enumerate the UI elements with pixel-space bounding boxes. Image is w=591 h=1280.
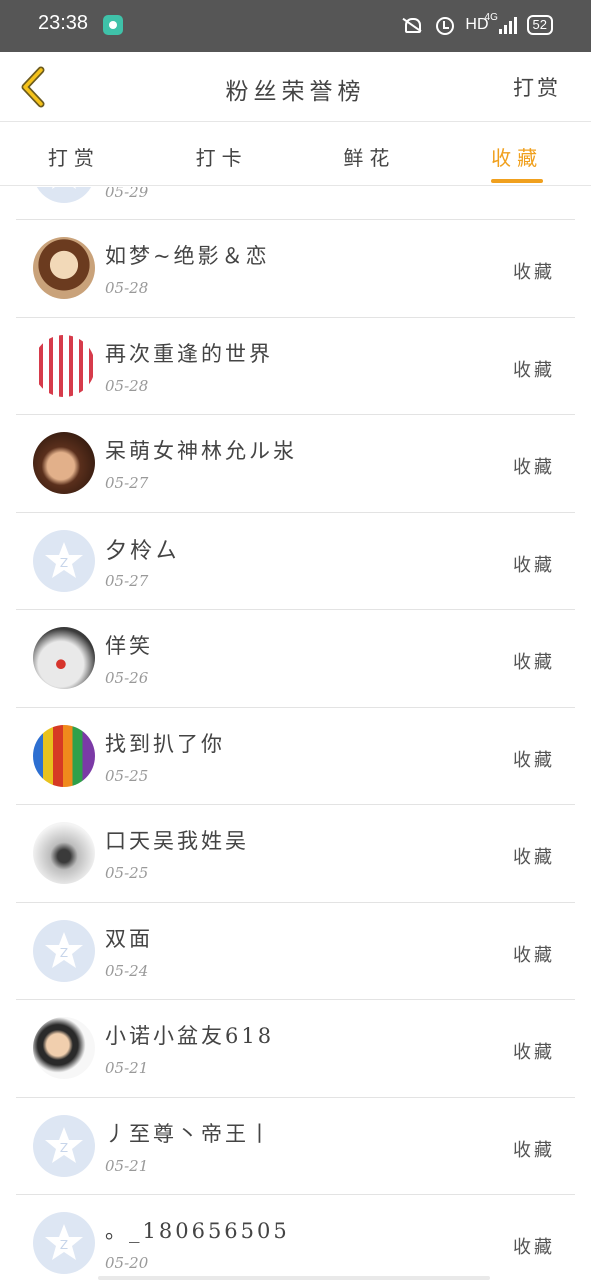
list-item-name: 。_180656505 <box>105 1219 290 1243</box>
user-avatar <box>33 627 95 689</box>
mute-bell-icon <box>401 15 423 35</box>
network-type-label: 4G <box>484 12 498 23</box>
gesture-bar <box>98 1276 490 1280</box>
user-avatar <box>33 237 95 299</box>
list-item[interactable]: 如梦~绝影＆恋 05-28 收藏 <box>16 220 575 318</box>
tab-favorites[interactable]: 收藏 <box>443 122 591 185</box>
header: 粉丝荣誉榜 打赏 <box>0 52 591 122</box>
user-avatar <box>33 432 95 494</box>
list-item[interactable]: 佯笑 05-26 收藏 <box>16 610 575 708</box>
list-item-date: 05-24 <box>105 961 149 980</box>
list-item-date: 05-27 <box>105 571 149 590</box>
list-item[interactable]: Z 双面 05-24 收藏 <box>16 903 575 1000</box>
star-avatar-icon: Z <box>45 541 83 578</box>
star-avatar-icon: Z <box>45 1126 83 1163</box>
svg-text:Z: Z <box>60 946 68 960</box>
svg-text:Z: Z <box>60 1141 68 1155</box>
list-item-name: 如梦~绝影＆恋 <box>105 244 270 268</box>
list-item-name: 小诺小盆友618 <box>105 1024 275 1048</box>
list-item[interactable]: Z 05-29 <box>16 187 575 220</box>
list-item-action: 收藏 <box>513 554 555 576</box>
tab-flowers[interactable]: 鲜花 <box>296 122 444 185</box>
list-item-action: 收藏 <box>513 1042 555 1063</box>
status-indicators: HD 4G 52 <box>401 12 553 38</box>
user-avatar <box>33 1017 95 1079</box>
list-item-date: 05-25 <box>105 766 149 785</box>
list-item-action: 收藏 <box>513 652 555 673</box>
list-item[interactable]: Z 夕柃ㄙ 05-27 收藏 <box>16 513 575 610</box>
status-bar: 23:38 HD 4G 52 <box>0 0 591 52</box>
status-time: 23:38 <box>38 12 89 34</box>
fan-list[interactable]: Z 05-29 如梦~绝影＆恋 05-28 收藏 再次重逢的世界 05-28 收… <box>16 187 575 1280</box>
list-item-date: 05-27 <box>105 474 149 492</box>
list-item-date: 05-21 <box>105 1059 149 1077</box>
tab-checkin[interactable]: 打卡 <box>148 122 296 185</box>
default-avatar: Z <box>33 919 95 982</box>
user-avatar <box>33 334 95 397</box>
list-item-date: 05-20 <box>105 1254 149 1272</box>
list-item-action: 收藏 <box>513 262 555 283</box>
star-avatar-icon: Z <box>45 1224 83 1260</box>
list-item-action: 收藏 <box>513 1139 555 1161</box>
list-item-date: 05-25 <box>105 864 149 882</box>
list-item-date: 05-28 <box>105 279 149 297</box>
list-item-name: 丿至尊丶帝王丨 <box>105 1121 273 1146</box>
list-item-name: 双面 <box>105 926 153 951</box>
svg-text:Z: Z <box>60 556 68 570</box>
signal-icon: 4G <box>485 12 517 34</box>
user-avatar <box>33 822 95 884</box>
list-item-name: 佯笑 <box>105 634 153 658</box>
svg-text:Z: Z <box>60 1238 68 1252</box>
default-avatar: Z <box>33 187 95 203</box>
app-notification-icon <box>103 15 123 35</box>
list-item-name: 找到扒了你 <box>105 731 225 756</box>
list-item[interactable]: 小诺小盆友618 05-21 收藏 <box>16 1000 575 1098</box>
list-item-action: 收藏 <box>513 457 555 478</box>
page-title: 粉丝荣誉榜 <box>225 79 366 105</box>
list-item[interactable]: 呆萌女神林允ル汖 05-27 收藏 <box>16 415 575 513</box>
list-item-name: 呆萌女神林允ル汖 <box>105 439 297 463</box>
default-avatar: Z <box>33 529 95 592</box>
tab-bar: 打赏 打卡 鲜花 收藏 <box>0 122 591 186</box>
user-avatar <box>33 724 95 787</box>
default-avatar: Z <box>33 1114 95 1177</box>
list-item-name: 夕柃ㄙ <box>105 538 181 564</box>
list-item-name: 口天吴我姓吴 <box>105 829 249 853</box>
star-avatar-icon: Z <box>52 187 76 189</box>
tab-reward[interactable]: 打赏 <box>0 122 148 185</box>
list-item[interactable]: 找到扒了你 05-25 收藏 <box>16 708 575 805</box>
list-item-action: 收藏 <box>513 359 555 381</box>
list-item-name: 再次重逢的世界 <box>105 341 273 366</box>
list-item-date: 05-26 <box>105 669 149 687</box>
list-item[interactable]: Z 。_180656505 05-20 收藏 <box>16 1195 575 1280</box>
list-item-date: 05-21 <box>105 1156 149 1175</box>
list-item-action: 收藏 <box>513 944 555 966</box>
battery-icon: 52 <box>526 15 553 35</box>
alarm-icon <box>433 15 455 35</box>
list-item[interactable]: 再次重逢的世界 05-28 收藏 <box>16 318 575 415</box>
star-avatar-icon: Z <box>45 931 83 968</box>
list-item-action: 收藏 <box>513 1237 555 1258</box>
list-item-action: 收藏 <box>513 847 555 868</box>
list-item[interactable]: Z 丿至尊丶帝王丨 05-21 收藏 <box>16 1098 575 1195</box>
list-item-date: 05-28 <box>105 376 149 395</box>
list-item-date: 05-29 <box>105 187 149 201</box>
default-avatar: Z <box>33 1212 95 1274</box>
list-item-action: 收藏 <box>513 749 555 771</box>
list-item[interactable]: 口天吴我姓吴 05-25 收藏 <box>16 805 575 903</box>
reward-button[interactable]: 打赏 <box>513 72 561 102</box>
